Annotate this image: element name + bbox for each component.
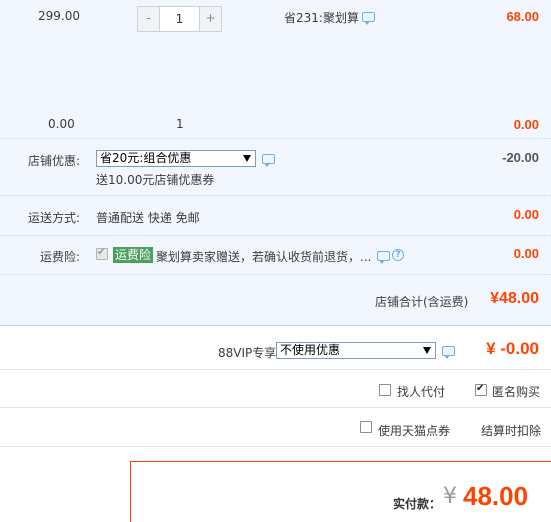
chat-icon[interactable] — [262, 154, 275, 167]
divider — [0, 195, 551, 196]
vip-amount: ¥ -0.00 — [486, 339, 539, 358]
insurance-description: 聚划算卖家赠送，若确认收货前退货，... — [156, 250, 372, 264]
anonymous-label[interactable]: 匿名购买 — [492, 383, 540, 400]
vip-discount-selected: 不使用优惠 — [280, 343, 341, 357]
divider — [0, 138, 551, 139]
shop-discount-select[interactable]: 省20元:组合优惠 — [96, 150, 256, 167]
payment-summary: 实付款： ¥ 48.00 — [130, 461, 551, 522]
divider — [0, 369, 551, 370]
divider — [0, 407, 551, 408]
divider — [0, 446, 551, 447]
vip-discount-select[interactable]: 不使用优惠 — [276, 342, 436, 359]
item-unit-price: 299.00 — [38, 9, 80, 23]
shop-total-amount: ¥48.00 — [490, 290, 539, 307]
quantity-stepper[interactable]: - 1 + — [137, 6, 222, 32]
agent-pay-label[interactable]: 找人代付 — [397, 383, 445, 400]
chat-icon[interactable] — [362, 12, 375, 25]
points-note: 结算时扣除 — [481, 424, 542, 438]
increment-button[interactable]: + — [200, 7, 221, 31]
insurance-amount: 0.00 — [513, 246, 539, 261]
divider — [0, 235, 551, 236]
shipping-method: 普通配送 快递 免邮 — [96, 211, 200, 225]
help-icon[interactable]: ? — [392, 249, 404, 261]
item-subtotal: 0.00 — [513, 117, 539, 132]
vip-label: 88VIP专享 — [218, 346, 277, 360]
shop-coupon-note: 送10.00元店铺优惠券 — [96, 173, 215, 187]
shipping-label: 运送方式: — [28, 211, 81, 225]
tmall-points-checkbox[interactable] — [360, 421, 372, 433]
quantity-value[interactable]: 1 — [159, 7, 200, 31]
item-unit-price: 0.00 — [48, 117, 75, 131]
payment-label: 实付款： — [393, 497, 442, 511]
divider — [0, 274, 551, 275]
chevron-down-icon — [243, 155, 251, 162]
shop-discount-label: 店铺优惠: — [28, 154, 81, 168]
payment-amount: 48.00 — [463, 481, 529, 511]
chat-icon[interactable] — [377, 251, 390, 264]
insurance-tag: 运费险 — [113, 247, 154, 263]
insurance-checkbox[interactable] — [96, 247, 108, 260]
order-panel — [0, 0, 551, 326]
item-quantity: 1 — [176, 117, 184, 131]
shop-discount-amount: -20.00 — [502, 150, 539, 165]
currency-symbol: ¥ — [443, 484, 457, 509]
item-promotion: 省231:聚划算 — [284, 11, 359, 25]
item-subtotal: 68.00 — [506, 9, 539, 24]
decrement-button[interactable]: - — [138, 7, 159, 31]
shipping-amount: 0.00 — [513, 207, 539, 222]
shop-discount-selected: 省20元:组合优惠 — [100, 151, 192, 165]
insurance-label: 运费险: — [40, 250, 81, 264]
chevron-down-icon — [423, 347, 431, 354]
tmall-points-label[interactable]: 使用天猫点券 — [378, 422, 450, 439]
anonymous-checkbox[interactable] — [475, 383, 487, 396]
chat-icon[interactable] — [442, 346, 455, 359]
agent-pay-checkbox[interactable] — [379, 384, 391, 396]
shop-total-label: 店铺合计(含运费) — [375, 295, 469, 309]
